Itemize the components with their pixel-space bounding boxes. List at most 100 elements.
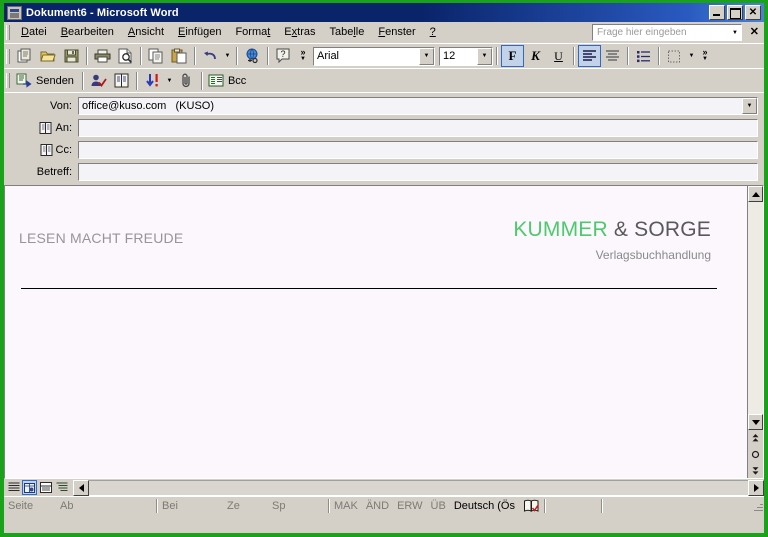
- menu-ansicht[interactable]: Ansicht: [121, 24, 171, 41]
- svg-text:?: ?: [280, 49, 285, 59]
- menu-extras[interactable]: Extras: [277, 24, 322, 41]
- scroll-left-button[interactable]: [73, 479, 89, 496]
- insert-hyperlink-icon[interactable]: [241, 45, 264, 67]
- font-size-combo[interactable]: 12 ▼: [439, 46, 493, 66]
- attach-icon[interactable]: [175, 70, 198, 92]
- close-button[interactable]: ✕: [745, 5, 761, 20]
- mail-field-row-cc: Cc:: [10, 140, 758, 159]
- formatting-overflow-label: »: [702, 47, 708, 57]
- status-bar: Seite Ab Bei Ze Sp MAK ÄND ERW ÜB Deutsc…: [4, 496, 764, 514]
- borders-dropdown-icon[interactable]: ▼: [686, 45, 697, 67]
- toolbar-separator: [236, 47, 238, 65]
- horizontal-scroll-track[interactable]: [89, 479, 748, 496]
- brand-name-dark: & SORGE: [613, 218, 711, 241]
- undo-dropdown-icon[interactable]: ▼: [222, 45, 233, 67]
- chevron-down-icon[interactable]: ▼: [729, 25, 741, 40]
- formatting-overflow-button[interactable]: » ▼: [697, 45, 713, 67]
- new-document-icon[interactable]: [14, 45, 37, 67]
- menu-einfuegen[interactable]: Einfügen: [171, 24, 228, 41]
- resize-grip[interactable]: [750, 499, 764, 513]
- bold-button[interactable]: F: [501, 45, 524, 67]
- status-mak[interactable]: MAK: [330, 498, 362, 514]
- open-folder-icon[interactable]: [37, 45, 60, 67]
- menu-tabelle[interactable]: Tabelle: [322, 24, 371, 41]
- chevron-down-icon[interactable]: ▼: [477, 47, 492, 65]
- chevron-down-icon: ▼: [300, 56, 306, 62]
- chevron-down-icon[interactable]: ▼: [419, 47, 434, 65]
- document-page[interactable]: LESEN MACHT FREUDE KUMMER & SORGE Verlag…: [5, 186, 747, 478]
- status-language[interactable]: Deutsch (Ös: [450, 498, 519, 514]
- maximize-button[interactable]: [727, 5, 743, 20]
- minimize-button[interactable]: [709, 5, 725, 20]
- letterhead-divider: [21, 288, 717, 289]
- font-size-value: 12: [443, 50, 456, 62]
- window-controls: ✕: [709, 5, 762, 20]
- scroll-down-button[interactable]: [748, 414, 763, 430]
- print-layout-view-button[interactable]: [38, 480, 53, 495]
- print-icon[interactable]: [91, 45, 114, 67]
- menu-help[interactable]: ?: [423, 24, 443, 41]
- previous-object-button[interactable]: [748, 430, 763, 446]
- print-preview-icon[interactable]: [114, 45, 137, 67]
- toolbar-overflow-button[interactable]: » ▼: [295, 45, 311, 67]
- ask-a-question-box[interactable]: Frage hier eingeben ▼: [592, 24, 742, 41]
- spellcheck-book-icon[interactable]: [519, 498, 544, 514]
- bcc-button[interactable]: Bcc: [206, 70, 251, 92]
- normal-view-button[interactable]: [6, 480, 21, 495]
- chevron-down-icon[interactable]: ▼: [742, 97, 757, 114]
- underline-button[interactable]: U: [547, 45, 570, 67]
- scroll-right-button[interactable]: [748, 479, 764, 496]
- priority-icon[interactable]: [141, 70, 164, 92]
- vertical-scrollbar[interactable]: [747, 186, 763, 478]
- menu-grip-handle[interactable]: [6, 24, 10, 40]
- status-and[interactable]: ÄND: [362, 498, 393, 514]
- scroll-up-button[interactable]: [748, 186, 763, 202]
- mail-toolbar-grip[interactable]: [6, 73, 10, 88]
- copy-icon[interactable]: [145, 45, 168, 67]
- toolbar-separator: [81, 71, 84, 90]
- undo-icon[interactable]: [199, 45, 222, 67]
- web-layout-view-button[interactable]: [22, 480, 37, 495]
- check-names-icon[interactable]: [87, 70, 110, 92]
- bullet-list-icon[interactable]: [632, 45, 655, 67]
- address-book-icon: [40, 143, 52, 156]
- standard-toolbar-grip[interactable]: [6, 48, 10, 64]
- address-book-icon: [39, 121, 52, 134]
- menu-bearbeiten[interactable]: Bearbeiten: [54, 24, 121, 41]
- vertical-scroll-track[interactable]: [748, 202, 763, 414]
- status-ueb[interactable]: ÜB: [427, 498, 450, 514]
- triangle-down-icon: [751, 419, 760, 425]
- font-name-value: Arial: [317, 50, 340, 62]
- borders-icon[interactable]: [663, 45, 686, 67]
- save-disk-icon[interactable]: [60, 45, 83, 67]
- align-left-icon[interactable]: [578, 45, 601, 67]
- align-center-icon[interactable]: [601, 45, 624, 67]
- menu-format[interactable]: Format: [228, 24, 277, 41]
- menu-datei[interactable]: Datei: [14, 24, 54, 41]
- help-icon[interactable]: ?: [272, 45, 295, 67]
- horizontal-scrollbar[interactable]: [73, 479, 764, 496]
- paste-icon[interactable]: [168, 45, 191, 67]
- status-ab: Ab: [60, 499, 74, 512]
- send-button[interactable]: Senden: [14, 70, 79, 92]
- select-browse-object-button[interactable]: [748, 446, 763, 462]
- mail-field-row-von: Von: office@kuso.com (KUSO) ▼: [10, 96, 758, 115]
- menu-fenster[interactable]: Fenster: [371, 24, 422, 41]
- toolbar-separator: [267, 47, 269, 65]
- font-name-combo[interactable]: Arial ▼: [313, 46, 435, 66]
- priority-dropdown-icon[interactable]: ▼: [164, 70, 175, 92]
- triangle-up-icon: [751, 191, 760, 197]
- betreff-field[interactable]: [78, 162, 758, 181]
- address-book-icon[interactable]: [110, 70, 133, 92]
- cc-field[interactable]: [78, 140, 758, 159]
- an-field[interactable]: [78, 118, 758, 137]
- outline-view-button[interactable]: [54, 480, 69, 495]
- an-label-group[interactable]: An:: [10, 121, 78, 134]
- next-object-button[interactable]: [748, 462, 763, 478]
- close-document-button[interactable]: ✕: [750, 25, 759, 38]
- von-field[interactable]: office@kuso.com (KUSO) ▼: [78, 96, 758, 115]
- cc-label-group[interactable]: Cc:: [10, 143, 78, 156]
- status-erw[interactable]: ERW: [393, 498, 426, 514]
- von-value: office@kuso.com (KUSO): [82, 99, 214, 112]
- italic-button[interactable]: K: [524, 45, 547, 67]
